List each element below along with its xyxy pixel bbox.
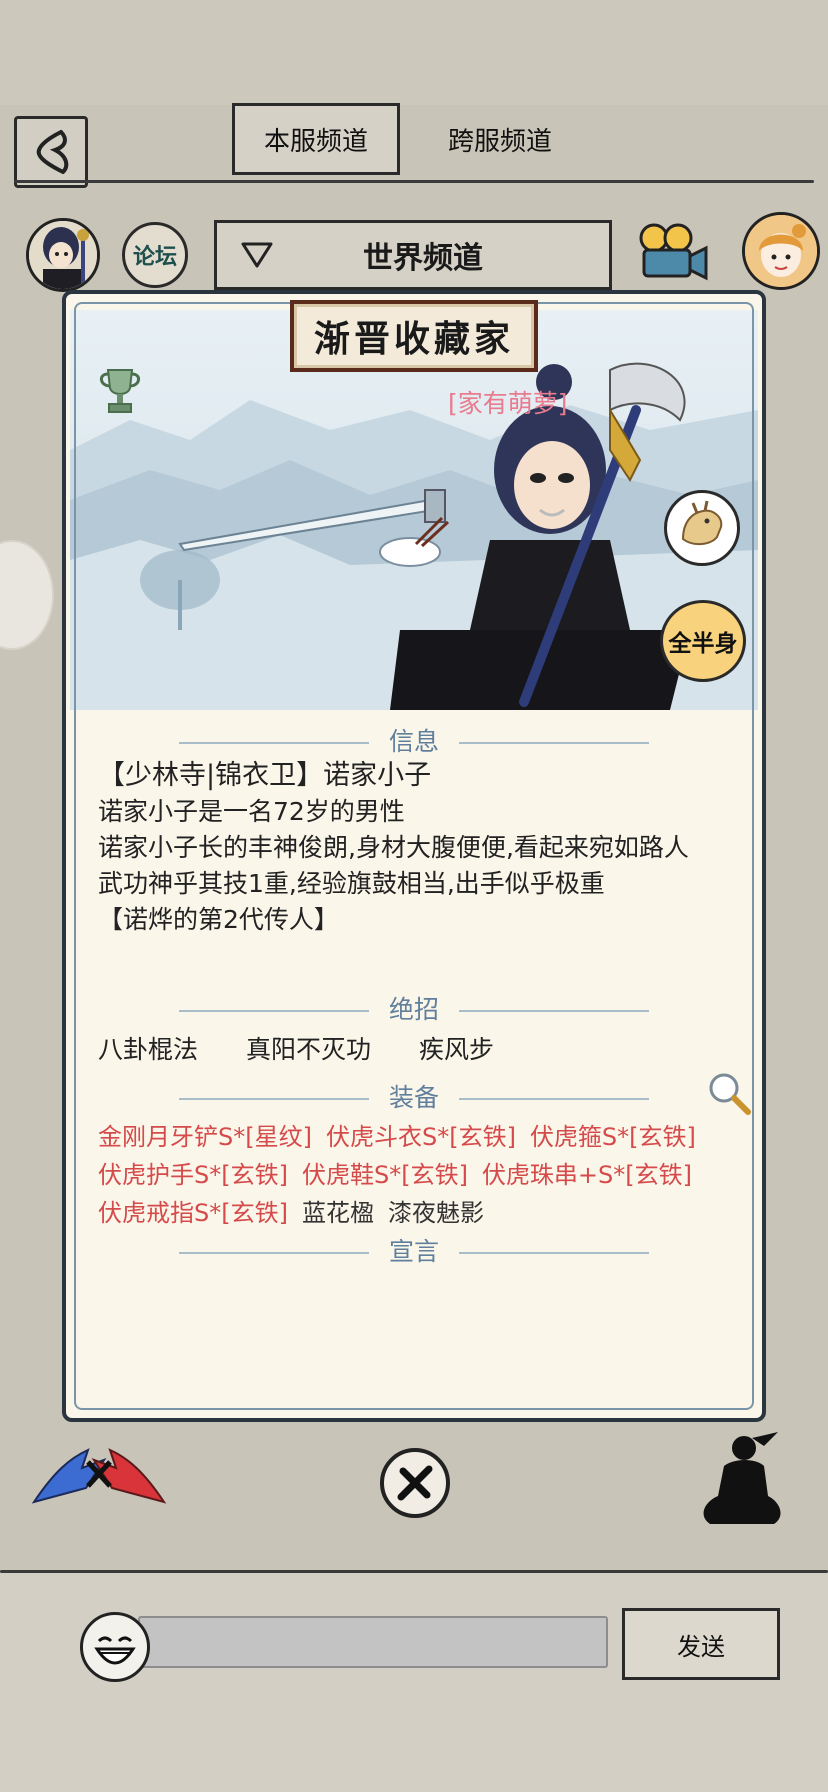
camel-icon: [681, 500, 723, 545]
companion-avatar[interactable]: [742, 212, 820, 290]
side-float-button[interactable]: [0, 540, 54, 650]
player-avatar[interactable]: [26, 218, 100, 292]
divider-right: [459, 1252, 649, 1254]
divider-left: [178, 742, 369, 744]
chat-input[interactable]: [138, 1616, 608, 1668]
equipment-item[interactable]: 蓝花楹: [302, 1199, 374, 1227]
equipment-item[interactable]: 漆夜魅影: [388, 1199, 484, 1227]
chat-bar-divider: [0, 1570, 828, 1573]
equipment-item[interactable]: 伏虎护手S*[玄铁]: [98, 1161, 288, 1189]
equipment-item[interactable]: 金刚月牙铲S*[星纹]: [98, 1123, 312, 1151]
section-declaration-label: 宣言: [388, 1237, 439, 1266]
top-strip: [0, 0, 828, 105]
chat-bar: [0, 1572, 828, 1792]
equipment-item[interactable]: 伏虎箍S*[玄铁]: [530, 1123, 696, 1151]
channel-select[interactable]: 世界频道: [214, 220, 612, 290]
tab-local-server[interactable]: 本服频道: [232, 103, 400, 175]
forum-label: 论坛: [132, 245, 177, 270]
back-button[interactable]: [14, 116, 88, 188]
magnifier-icon[interactable]: [706, 1070, 752, 1116]
tab-cross-server[interactable]: 跨服频道: [420, 103, 580, 175]
skills-list: 八卦棍法 真阳不灭功 疾风步: [98, 1030, 494, 1066]
companion-portrait-icon: [745, 215, 817, 287]
section-skills-heading: 绝招: [62, 990, 766, 1026]
channel-selected-label: 世界频道: [363, 241, 483, 276]
chevron-left-icon: [36, 130, 69, 174]
divider-right: [459, 1098, 649, 1100]
versus-icon[interactable]: [24, 1432, 174, 1512]
meditate-icon[interactable]: [694, 1432, 790, 1532]
divider-right: [459, 1010, 649, 1012]
send-button[interactable]: 发送: [622, 1608, 780, 1680]
close-icon[interactable]: [380, 1448, 450, 1518]
send-label: 发送: [677, 1632, 725, 1661]
fullbody-label: 全半身: [668, 631, 738, 657]
laughing-face-icon[interactable]: [80, 1612, 150, 1682]
divider-left: [178, 1098, 369, 1100]
equipment-item[interactable]: 伏虎斗衣S*[玄铁]: [326, 1123, 516, 1151]
skill-item[interactable]: 八卦棍法: [98, 1030, 198, 1066]
skill-item[interactable]: 疾风步: [419, 1030, 494, 1066]
section-equipment-label: 装备: [388, 1083, 439, 1112]
section-info-heading: 信息: [62, 722, 766, 758]
divider-left: [178, 1010, 369, 1012]
info-line-faction: 【少林寺|锦衣卫】诺家小子: [98, 760, 432, 791]
mount-button[interactable]: [664, 490, 740, 566]
info-line-martial: 武功神乎其技1重,经验旗鼓相当,出手似乎极重: [98, 869, 605, 898]
forum-button[interactable]: 论坛: [122, 222, 188, 288]
tab-cross-label: 跨服频道: [447, 126, 552, 157]
profile-title: 渐晋收藏家: [313, 318, 514, 360]
section-info-label: 信息: [388, 727, 439, 756]
equipment-item[interactable]: 伏虎珠串+S*[玄铁]: [482, 1161, 692, 1189]
section-declaration-heading: 宣言: [62, 1232, 766, 1268]
equipment-item[interactable]: 伏虎鞋S*[玄铁]: [302, 1161, 468, 1189]
divider-right: [459, 742, 649, 744]
skill-item[interactable]: 真阳不灭功: [246, 1030, 371, 1066]
tab-underline: [14, 180, 814, 183]
family-tag: [家有萌萝]: [448, 389, 568, 418]
info-line-age: 诺家小子是一名72岁的男性: [98, 797, 405, 826]
equipment-list: 金刚月牙铲S*[星纹] 伏虎斗衣S*[玄铁] 伏虎箍S*[玄铁] 伏虎护手S*[玄铁]…: [98, 1118, 748, 1232]
divider-left: [178, 1252, 369, 1254]
info-line-appearance: 诺家小子长的丰神俊朗,身材大腹便便,看起来宛如路人: [98, 833, 689, 862]
equipment-item[interactable]: 伏虎戒指S*[玄铁]: [98, 1199, 288, 1227]
profile-title-plaque: 渐晋收藏家: [290, 300, 538, 372]
info-text: 【少林寺|锦衣卫】诺家小子 诺家小子是一名72岁的男性 诺家小子长的丰神俊朗,身…: [98, 758, 689, 938]
trophy-icon[interactable]: [98, 366, 142, 416]
section-skills-label: 绝招: [388, 995, 439, 1024]
movie-camera-icon[interactable]: [636, 220, 712, 286]
fullbody-toggle-button[interactable]: 全半身: [660, 600, 746, 682]
section-equipment-heading: 装备: [62, 1078, 766, 1114]
tab-local-label: 本服频道: [263, 126, 368, 157]
player-portrait-icon: [29, 221, 97, 289]
dropdown-triangle-icon: [217, 241, 297, 269]
info-line-lineage: 【诺烨的第2代传人】: [98, 905, 339, 934]
